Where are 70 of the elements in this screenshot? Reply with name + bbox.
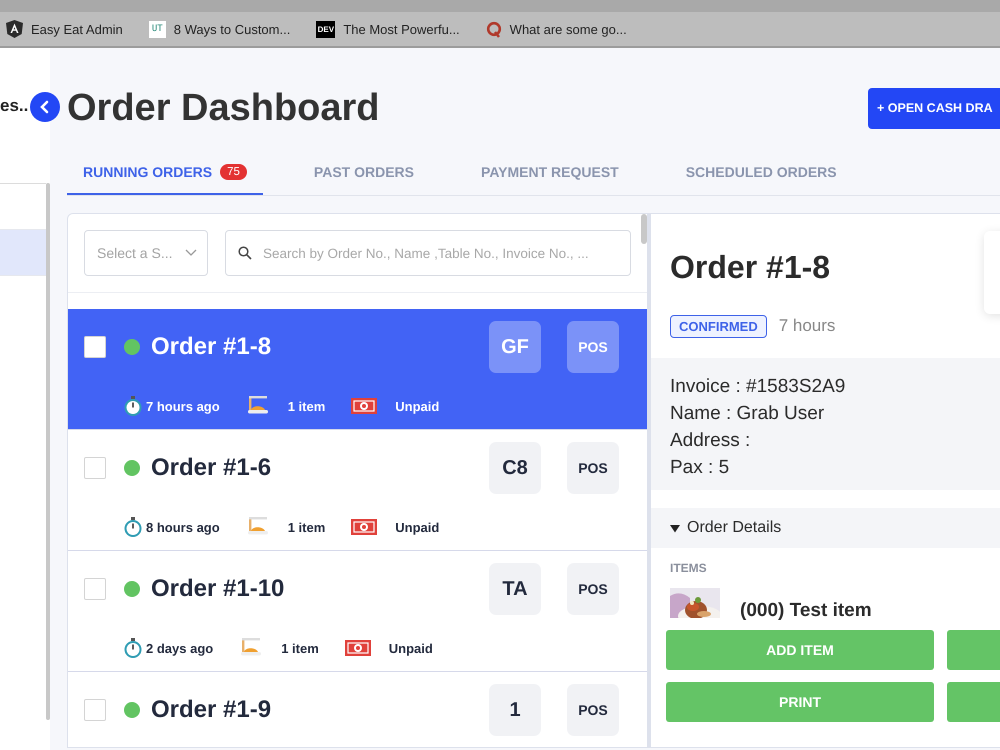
checkbox[interactable] bbox=[84, 336, 106, 358]
bookmark[interactable]: UT 8 Ways to Custom... bbox=[148, 20, 290, 38]
checkbox[interactable] bbox=[84, 578, 106, 600]
scroll-thumb[interactable] bbox=[641, 214, 647, 244]
item-count: 1 item bbox=[288, 398, 326, 414]
table-tag: 1 bbox=[489, 684, 541, 736]
item-count: 1 item bbox=[288, 520, 326, 534]
source-tag: POS bbox=[567, 442, 619, 494]
banknote-icon bbox=[351, 518, 378, 536]
sidebar-item[interactable] bbox=[0, 230, 46, 276]
info-line: Pax : 5 bbox=[670, 456, 730, 480]
order-heading: Order #1-8 bbox=[670, 248, 830, 287]
order-title: Order #1-9 bbox=[151, 696, 272, 724]
scrollbar[interactable] bbox=[46, 183, 50, 720]
site-badge: DEV bbox=[316, 20, 336, 38]
status-dot bbox=[124, 581, 140, 597]
order-title: Order #1-10 bbox=[151, 575, 286, 603]
bookmark[interactable]: Easy Eat Admin bbox=[6, 20, 123, 38]
order-title: Order #1-6 bbox=[151, 454, 272, 482]
chevron-down-icon bbox=[185, 249, 197, 257]
status-dot bbox=[124, 702, 140, 718]
checkbox[interactable] bbox=[84, 457, 106, 479]
order-age: 7 hours bbox=[778, 316, 836, 336]
source-tag: POS bbox=[567, 563, 619, 615]
chevron-left-icon bbox=[39, 100, 51, 114]
stopwatch-icon bbox=[124, 638, 142, 658]
order-row[interactable]: Order #1-6 C8 POS 8 hours ago 1 item Unpaid bbox=[68, 430, 647, 551]
banknote-icon bbox=[344, 639, 371, 657]
stopwatch-icon bbox=[124, 517, 142, 537]
order-row[interactable]: Order #1-9 1 POS bbox=[68, 672, 647, 747]
order-row[interactable]: Order #1-8 GF POS 7 hours ago 1 item Unpaid bbox=[68, 309, 647, 430]
shield-icon bbox=[6, 20, 23, 38]
order-age: 7 hours ago bbox=[146, 398, 220, 414]
items-label: ITEMS bbox=[670, 560, 708, 576]
open-cash-drawer-button[interactable]: + OPEN CASH DRA bbox=[868, 88, 1000, 128]
order-row[interactable]: Order #1-10 TA POS 2 days ago 1 item Unpaid bbox=[68, 551, 647, 672]
stopwatch-icon bbox=[124, 396, 142, 416]
page-title: Order Dashboard bbox=[67, 86, 380, 130]
site-badge: UT bbox=[148, 20, 166, 38]
item-count: 1 item bbox=[281, 640, 319, 656]
item-name: (000) Test item bbox=[740, 600, 872, 622]
table-tag: GF bbox=[489, 321, 541, 373]
banknote-icon bbox=[351, 397, 378, 415]
section-header[interactable]: Order Details bbox=[651, 508, 1000, 548]
status-dot bbox=[124, 339, 140, 355]
search-field[interactable]: Search by Order No., Name ,Table No., Invoice No., ... bbox=[225, 230, 631, 276]
info-line: Invoice : #1583S2A9 bbox=[670, 375, 846, 399]
count-badge: 75 bbox=[220, 164, 247, 180]
payment-status: Unpaid bbox=[388, 640, 433, 656]
tab[interactable]: RUNNING ORDERS 75 bbox=[67, 150, 263, 195]
info-line: Address : bbox=[670, 429, 752, 453]
ring-icon bbox=[486, 20, 502, 38]
table-tag: TA bbox=[489, 563, 541, 615]
status-badge: CONFIRMED bbox=[670, 314, 767, 338]
payment-status: Unpaid bbox=[395, 520, 440, 534]
payment-status: Unpaid bbox=[395, 398, 440, 414]
info-line: Name : Grab User bbox=[670, 402, 826, 426]
bookmark[interactable]: What are some go... bbox=[486, 20, 627, 38]
table-tag: C8 bbox=[489, 442, 541, 494]
section-title: Order Details bbox=[687, 519, 782, 537]
source-tag: POS bbox=[567, 321, 619, 373]
search-icon bbox=[238, 246, 252, 260]
order-age: 2 days ago bbox=[146, 640, 214, 656]
status-dot bbox=[124, 460, 140, 476]
checkbox[interactable] bbox=[84, 699, 106, 721]
bookmark[interactable]: DEV The Most Powerfu... bbox=[316, 20, 460, 38]
order-title: Order #1-8 bbox=[151, 333, 272, 361]
sidebar-label: es.. bbox=[0, 96, 28, 116]
order-age: 8 hours ago bbox=[146, 520, 220, 534]
source-tag: POS bbox=[567, 684, 619, 736]
